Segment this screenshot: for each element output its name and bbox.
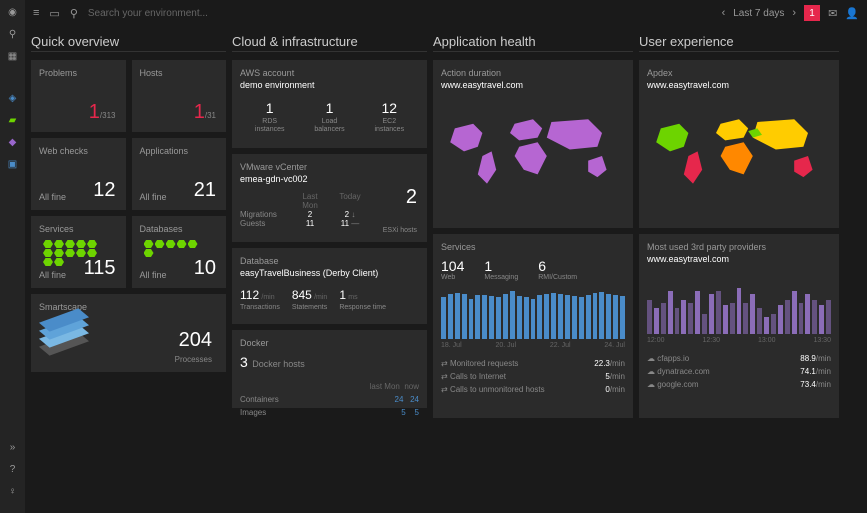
next-icon[interactable]: › xyxy=(792,7,796,19)
search-input[interactable]: Search your environment... xyxy=(88,8,712,19)
webchecks-tile[interactable]: Web checks All fine 12 xyxy=(31,138,126,210)
prev-icon[interactable]: ‹ xyxy=(722,7,726,19)
search-icon[interactable]: ⚲ xyxy=(7,28,19,40)
world-map-purple xyxy=(441,96,625,216)
user-nav-icon[interactable]: ♀ xyxy=(7,485,19,497)
databases-tile[interactable]: Databases All fine 10 xyxy=(132,216,227,288)
services-bars xyxy=(441,289,625,339)
action-tile[interactable]: Action duration www.easytravel.com xyxy=(433,60,633,228)
notif-icon[interactable]: ✉ xyxy=(828,7,837,20)
section-quick: Quick overview xyxy=(31,32,226,52)
search-top-icon[interactable]: ⚲ xyxy=(70,7,78,20)
main: ≡ ▭ ⚲ Search your environment... ‹ Last … xyxy=(25,0,867,513)
timeframe-label[interactable]: Last 7 days xyxy=(733,8,784,19)
nav-icon-2[interactable]: ▰ xyxy=(7,114,19,126)
world-map-colored xyxy=(647,96,831,216)
nav-icon-4[interactable]: ▣ xyxy=(7,158,19,170)
user-icon[interactable]: 👤 xyxy=(845,7,859,20)
section-health: Application health xyxy=(433,32,633,52)
services-chart-tile[interactable]: Services 104Web 1Messaging 6RMI/Custom 1… xyxy=(433,234,633,418)
content: Quick overview Problems 1/313 Hosts 1/31… xyxy=(25,26,867,513)
section-cloud: Cloud & infrastructure xyxy=(232,32,427,52)
chat-icon[interactable]: ▭ xyxy=(49,7,59,20)
hosts-tile[interactable]: Hosts 1/31 xyxy=(132,60,227,132)
providers-tile[interactable]: Most used 3rd party providers www.easytr… xyxy=(639,234,839,418)
database-tile[interactable]: Database easyTravelBusiness (Derby Clien… xyxy=(232,248,427,324)
apdex-tile[interactable]: Apdex www.easytravel.com xyxy=(639,60,839,228)
apps-tile[interactable]: Applications All fine 21 xyxy=(132,138,227,210)
help-icon[interactable]: ? xyxy=(7,463,19,475)
nav-icon-1[interactable]: ◈ xyxy=(7,92,19,104)
aws-tile[interactable]: AWS account demo environment 1RDSinstanc… xyxy=(232,60,427,148)
section-ux: User experience xyxy=(639,32,839,52)
alert-badge[interactable]: 1 xyxy=(804,5,820,21)
providers-bars xyxy=(647,284,831,334)
vmware-tile[interactable]: VMware vCenter emea-gdn-vc002 Last MonTo… xyxy=(232,154,427,242)
nav-icon-3[interactable]: ◆ xyxy=(7,136,19,148)
grid-icon[interactable]: ▦ xyxy=(7,50,19,62)
docker-tile[interactable]: Docker 3 Docker hosts last Mon now Conta… xyxy=(232,330,427,408)
expand-icon[interactable]: » xyxy=(7,441,19,453)
problems-tile[interactable]: Problems 1/313 xyxy=(31,60,126,132)
logo-icon[interactable]: ◉ xyxy=(7,6,19,18)
sidebar: ◉ ⚲ ▦ ◈ ▰ ◆ ▣ » ? ♀ xyxy=(0,0,25,513)
menu-icon[interactable]: ≡ xyxy=(33,7,39,19)
topbar: ≡ ▭ ⚲ Search your environment... ‹ Last … xyxy=(25,0,867,26)
smartscape-tile[interactable]: Smartscape 204 Processes xyxy=(31,294,226,372)
services-tile[interactable]: Services All fine 115 xyxy=(31,216,126,288)
